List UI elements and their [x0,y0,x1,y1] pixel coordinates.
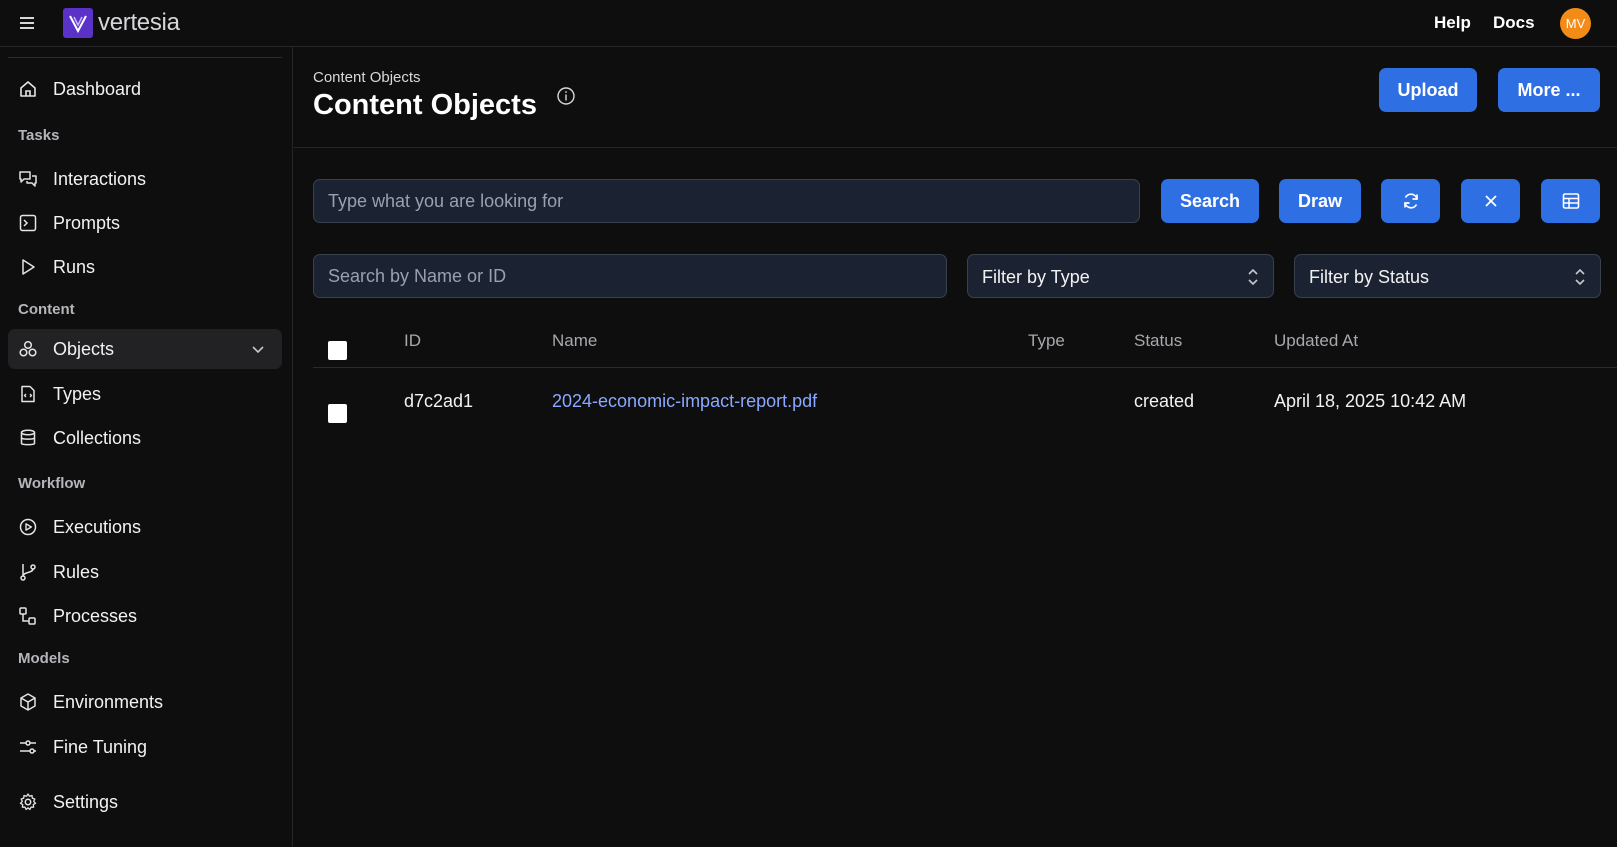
workflow-icon [19,607,36,625]
more-button[interactable]: More ... [1498,68,1600,112]
vertesia-logo-icon[interactable] [63,8,93,38]
sidebar-item-label: Processes [53,605,138,626]
sidebar-item-label: Fine Tuning [53,736,148,757]
sidebar-item-fine-tuning[interactable]: Fine Tuning [8,727,282,767]
top-bar: vertesia Help Docs MV [0,0,1617,47]
chevron-up-down-icon [1575,268,1585,286]
sidebar-item-label: Settings [53,791,119,812]
column-header-name[interactable]: Name [552,331,597,351]
refresh-icon [1403,193,1418,209]
sidebar-item-objects[interactable]: Objects [8,329,282,369]
sidebar-item-label: Executions [53,516,142,537]
help-link[interactable]: Help [1434,13,1471,33]
filter-status-label: Filter by Status [1309,267,1430,287]
sidebar-item-executions[interactable]: Executions [8,507,282,547]
cell-status: created [1134,391,1195,411]
file-type-icon [21,385,35,403]
section-label-models: Models [18,650,70,667]
sidebar-item-label: Rules [53,561,100,582]
column-header-id[interactable]: ID [404,331,421,351]
database-icon [20,429,36,446]
filter-type-label: Filter by Type [982,267,1090,287]
breadcrumb[interactable]: Content Objects [313,69,421,86]
select-all-checkbox[interactable] [328,341,347,360]
draw-button[interactable]: Draw [1279,179,1361,223]
sidebar-item-processes[interactable]: Processes [8,596,282,636]
sidebar-item-label: Types [53,383,102,404]
sidebar-item-settings[interactable]: Settings [8,782,282,822]
cell-name-link[interactable]: 2024-economic-impact-report.pdf [552,391,817,412]
column-header-type[interactable]: Type [1028,331,1065,351]
sidebar-item-label: Dashboard [53,78,142,99]
play-circle-icon [19,518,37,536]
chevron-down-icon[interactable] [250,341,266,357]
main-content: Content Objects Content Objects Upload M… [294,47,1617,847]
sidebar-item-environments[interactable]: Environments [8,682,282,722]
sliders-icon [20,740,36,754]
sidebar-item-prompts[interactable]: Prompts [8,203,282,243]
table-view-button[interactable] [1541,179,1600,223]
sidebar-item-dashboard[interactable]: Dashboard [8,69,282,109]
section-label-tasks: Tasks [18,127,60,144]
objects-icon [19,340,37,357]
clear-button[interactable] [1461,179,1520,223]
gear-icon [19,793,37,811]
play-icon [22,259,35,275]
chevron-up-down-icon [1248,268,1258,286]
sidebar-item-runs[interactable]: Runs [8,247,282,287]
sidebar: Dashboard Tasks Interactions Prompts Run… [0,47,293,847]
sidebar-item-label: Objects [53,338,115,359]
sidebar-item-rules[interactable]: Rules [8,552,282,592]
terminal-icon [19,214,37,232]
docs-link[interactable]: Docs [1493,13,1535,33]
column-header-status[interactable]: Status [1134,331,1182,351]
hamburger-menu-icon[interactable] [18,14,38,32]
sidebar-item-label: Environments [53,691,164,712]
page-title: Content Objects [313,89,537,121]
sidebar-item-label: Prompts [53,212,121,233]
row-checkbox[interactable] [328,404,347,423]
section-label-content: Content [18,301,75,318]
table-icon [1562,193,1579,209]
sidebar-divider [8,57,282,58]
sidebar-item-interactions[interactable]: Interactions [8,159,282,199]
home-icon [20,81,36,97]
column-header-updated-at[interactable]: Updated At [1274,331,1358,351]
info-icon[interactable] [556,86,576,106]
upload-button[interactable]: Upload [1379,68,1477,112]
filter-status-select[interactable]: Filter by Status [1294,254,1601,298]
sidebar-item-types[interactable]: Types [8,374,282,414]
search-button[interactable]: Search [1161,179,1259,223]
filter-type-select[interactable]: Filter by Type [967,254,1274,298]
refresh-button[interactable] [1381,179,1440,223]
sidebar-item-collections[interactable]: Collections [8,418,282,458]
name-id-search-input[interactable] [313,254,947,298]
table-header-divider [313,367,1617,368]
logo-text[interactable]: vertesia [98,9,180,37]
user-avatar[interactable]: MV [1560,8,1591,39]
header-divider [294,147,1617,148]
avatar-initials: MV [1565,16,1586,31]
close-icon [1484,195,1497,207]
cell-updated-at: April 18, 2025 10:42 AM [1274,391,1467,411]
sidebar-item-label: Runs [53,256,96,277]
cell-id: d7c2ad1 [404,391,474,411]
sidebar-item-label: Interactions [53,168,147,189]
semantic-search-input[interactable] [313,179,1140,223]
chat-bubbles-icon [19,171,37,187]
git-branch-icon [20,564,36,581]
cube-icon [20,693,36,711]
section-label-workflow: Workflow [18,475,86,492]
sidebar-item-label: Collections [53,427,142,448]
